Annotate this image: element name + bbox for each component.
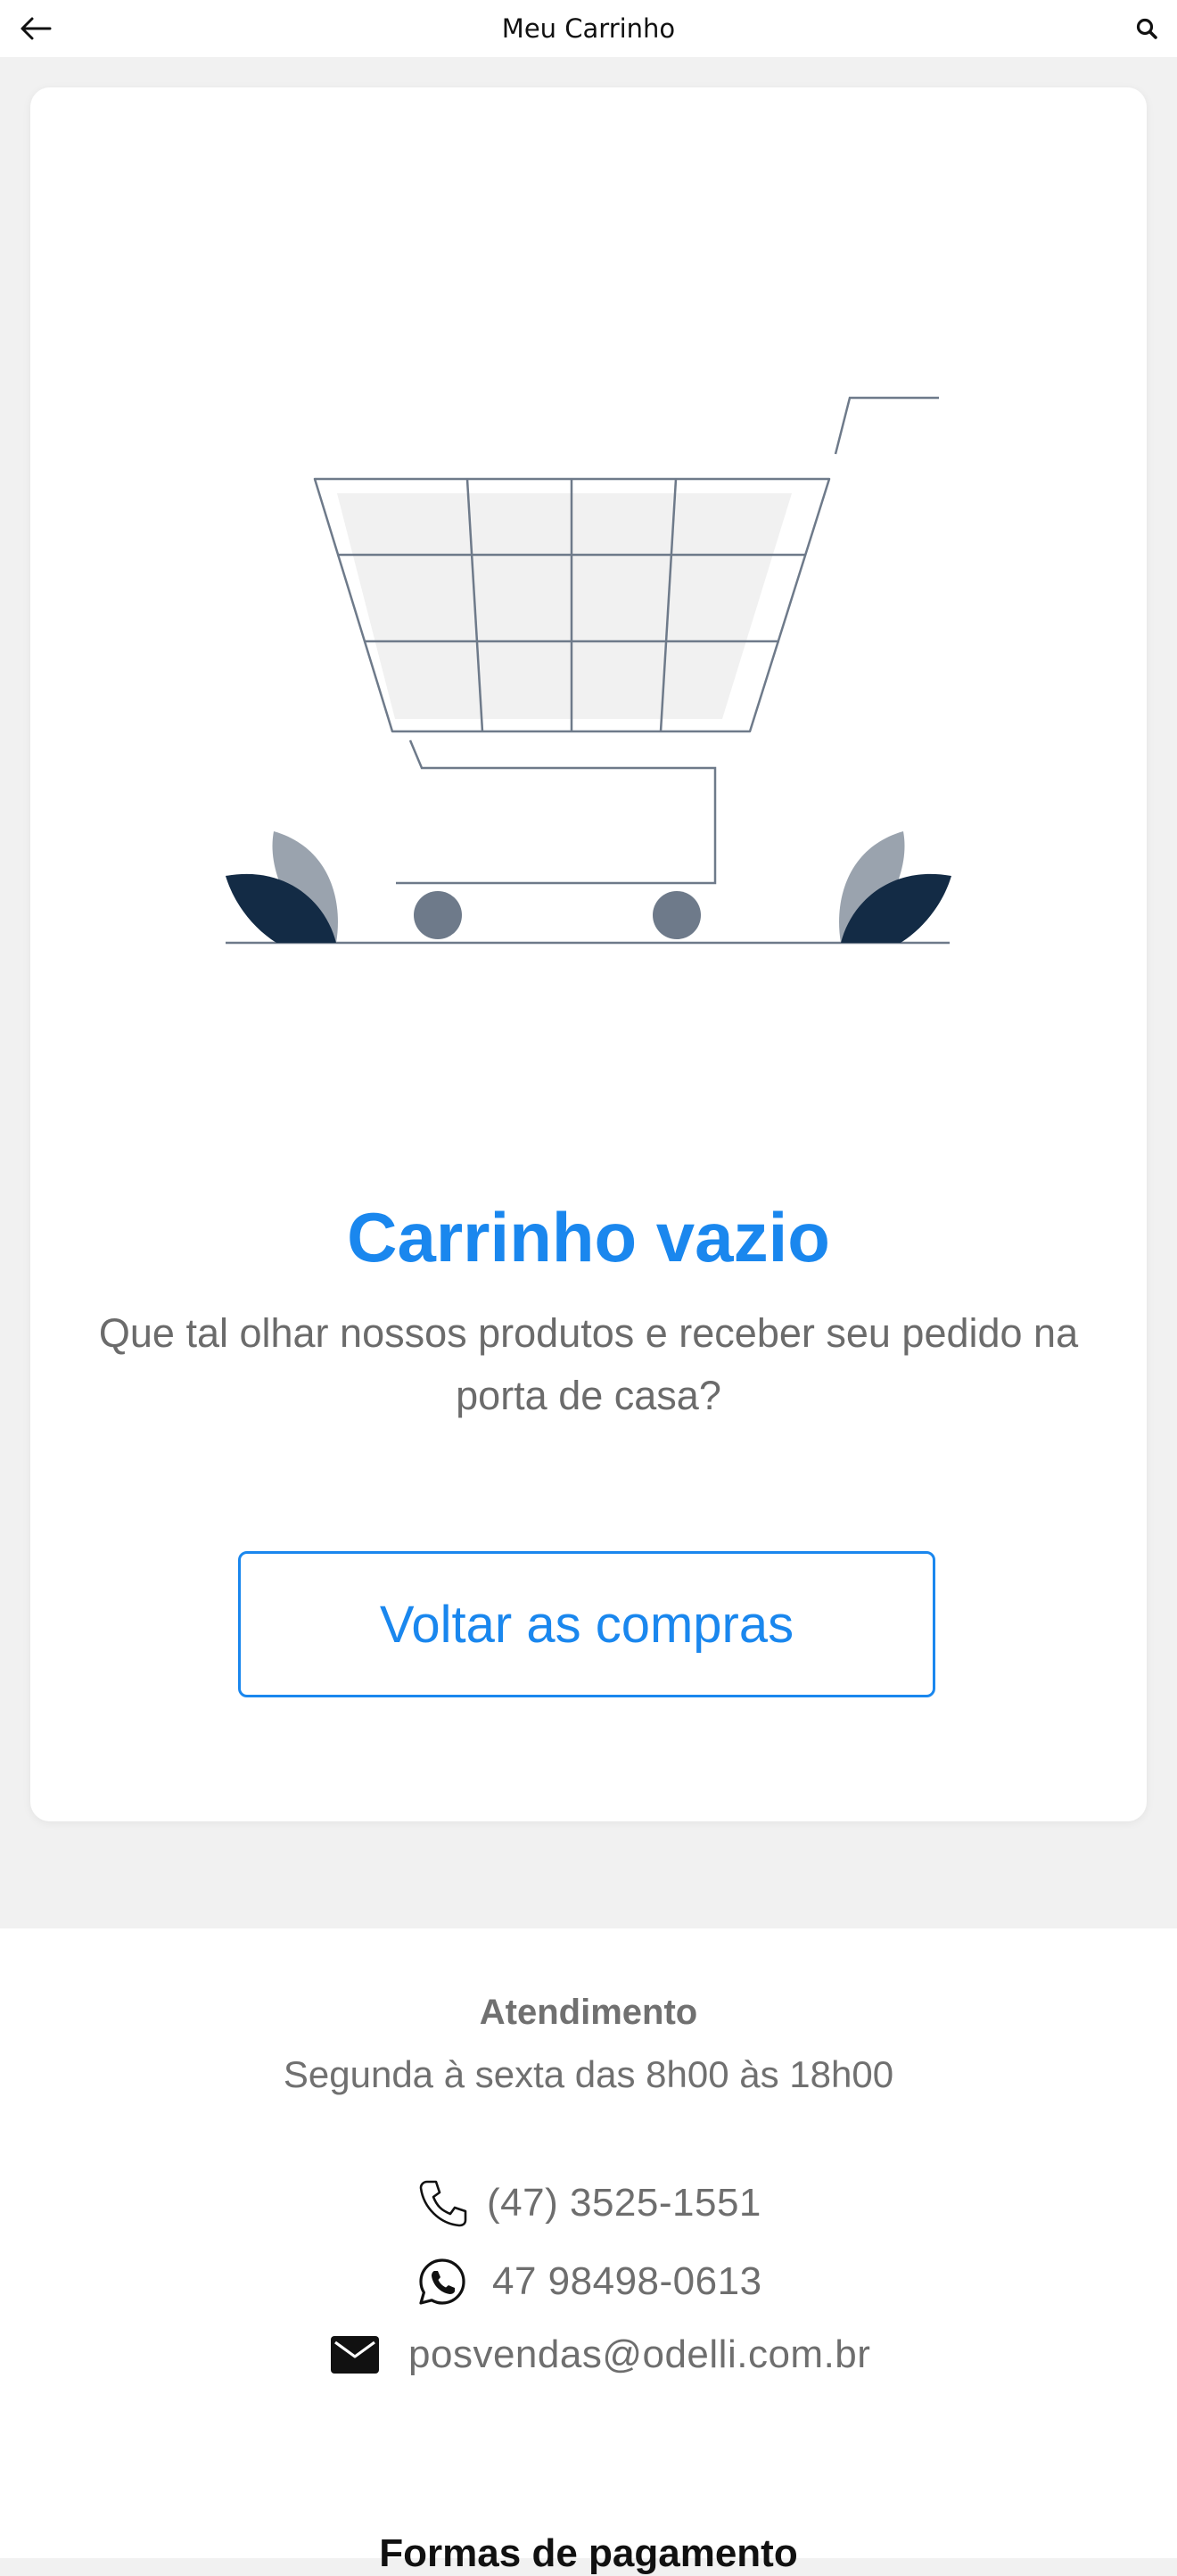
whatsapp-contact[interactable]: 47 98498-0613: [414, 2253, 762, 2310]
cart-handle: [834, 396, 939, 455]
whatsapp-number: 47 98498-0613: [492, 2259, 762, 2303]
cart-wheel: [653, 891, 701, 939]
email-address: posvendas@odelli.com.br: [408, 2332, 871, 2376]
empty-cart-illustration: [226, 396, 951, 945]
support-hours: Segunda à sexta das 8h00 às 18h00: [283, 2053, 894, 2095]
cart-wheel: [414, 891, 462, 939]
payment-methods-title: Formas de pagamento: [379, 2531, 798, 2575]
support-title: Atendimento: [479, 1993, 698, 2032]
whatsapp-icon: [414, 2253, 471, 2310]
email-icon: [328, 2328, 382, 2382]
empty-cart-description: Que tal olhar nossos produtos e receber …: [98, 1310, 1079, 1418]
footer: Atendimento Segunda à sexta das 8h00 às …: [0, 1928, 1177, 2575]
phone-contact[interactable]: (47) 3525-1551: [414, 2175, 761, 2232]
back-to-shopping-button[interactable]: Voltar as compras: [238, 1551, 935, 1697]
cart-frame: [396, 739, 717, 885]
phone-icon: [414, 2175, 471, 2232]
cart-basket-fill: [337, 493, 792, 719]
phone-number: (47) 3525-1551: [487, 2181, 761, 2225]
empty-cart-title: Carrinho vazio: [347, 1198, 830, 1276]
email-contact[interactable]: posvendas@odelli.com.br: [328, 2328, 870, 2382]
